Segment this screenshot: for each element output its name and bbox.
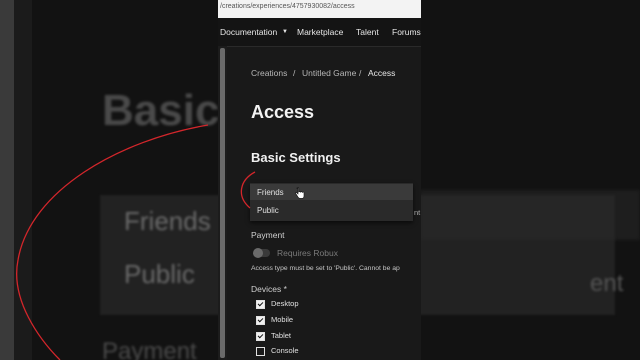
dropdown-option-public[interactable]: Public: [250, 202, 413, 218]
nav-marketplace[interactable]: Marketplace: [297, 27, 343, 37]
option-label: Public: [257, 206, 279, 215]
checkbox-checked-icon[interactable]: [256, 316, 265, 325]
scrollbar-thumb[interactable]: [220, 48, 225, 358]
background-right-text: ent: [590, 270, 624, 297]
background-payment-text: Payment: [102, 338, 197, 360]
url-text: /creations/experiences/4757930082/access: [220, 3, 355, 10]
breadcrumb-untitled-game[interactable]: Untitled Game: [302, 68, 356, 78]
breadcrumb-creations[interactable]: Creations: [251, 68, 287, 78]
background-friends-text: Friends: [124, 206, 211, 236]
background-scrollbar: [0, 0, 14, 360]
checkbox-label: Tablet: [271, 331, 292, 340]
background-field: [420, 190, 640, 240]
hand-cursor-icon: [295, 187, 305, 199]
background-gutter: [14, 0, 32, 360]
checkbox-label: Desktop: [271, 299, 299, 308]
section-title: Basic Settings: [251, 150, 341, 165]
top-nav: Documentation ▼ Marketplace Talent Forum…: [218, 18, 421, 47]
breadcrumb-separator: /: [293, 68, 296, 78]
checkbox-checked-icon[interactable]: [256, 300, 265, 309]
access-dropdown-menu[interactable]: Friends Public: [250, 183, 413, 221]
chevron-down-icon: ▼: [282, 29, 288, 35]
payment-label: Payment: [251, 230, 285, 240]
hidden-field-text: nt: [414, 208, 421, 217]
checkbox-checked-icon[interactable]: [256, 332, 265, 341]
address-bar[interactable]: /creations/experiences/4757930082/access: [218, 0, 421, 18]
nav-documentation[interactable]: Documentation: [220, 27, 277, 37]
toggle-knob: [253, 248, 263, 258]
breadcrumb-current: Access: [368, 68, 396, 78]
devices-label: Devices *: [251, 284, 287, 294]
requires-robux-toggle[interactable]: [253, 248, 270, 258]
checkbox-unchecked-icon[interactable]: [256, 347, 265, 356]
breadcrumb-separator: /: [359, 68, 362, 78]
requires-robux-label: Requires Robux: [277, 248, 338, 258]
nav-talent[interactable]: Talent: [356, 27, 379, 37]
browser-page: /creations/experiences/4757930082/access…: [218, 0, 421, 360]
dropdown-option-friends[interactable]: Friends: [250, 184, 413, 200]
checkbox-label: Console: [271, 346, 299, 355]
option-label: Friends: [257, 188, 284, 197]
nav-forums[interactable]: Forums: [392, 27, 421, 37]
page-title: Access: [251, 102, 315, 122]
payment-hint: Access type must be set to 'Public'. Can…: [251, 265, 400, 272]
background-public-text: Public: [124, 259, 195, 289]
background-title: Basic: [102, 86, 220, 135]
checkbox-label: Mobile: [271, 315, 294, 324]
